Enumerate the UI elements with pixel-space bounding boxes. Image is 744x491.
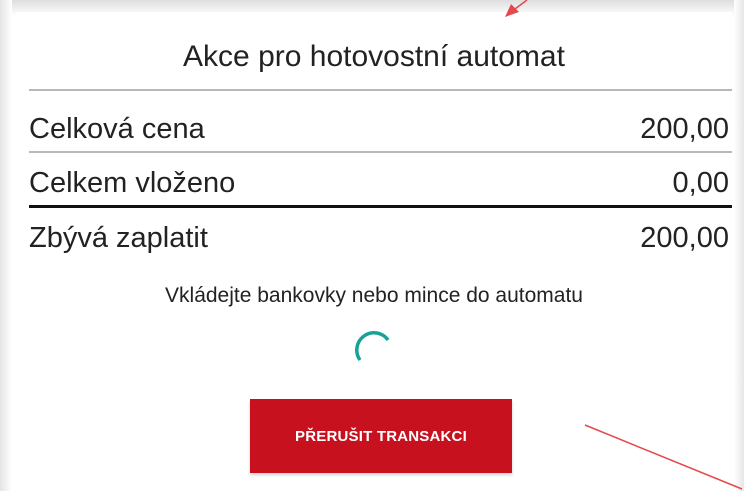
cash-machine-dialog: Akce pro hotovostní automat Celková cena…	[16, 12, 732, 491]
inserted-total-label: Celkem vloženo	[29, 167, 236, 199]
remaining-label: Zbývá zaplatit	[29, 222, 208, 254]
inserted-total-row: Celkem vloženo 0,00	[29, 165, 729, 201]
window-shadow-left	[0, 0, 12, 491]
insert-money-message: Vkládejte bankovky nebo mince do automat…	[165, 284, 583, 307]
dialog-title: Akce pro hotovostní automat	[183, 40, 565, 73]
divider	[29, 151, 732, 153]
inserted-total-value: 0,00	[672, 167, 729, 199]
total-price-value: 200,00	[640, 113, 729, 145]
remaining-row: Zbývá zaplatit 200,00	[29, 220, 729, 256]
loading-spinner-icon	[355, 331, 390, 362]
cancel-transaction-button[interactable]: PŘERUŠIT TRANSAKCI	[250, 399, 512, 473]
window-shadow-right	[734, 0, 744, 491]
total-price-row: Celková cena 200,00	[29, 111, 729, 147]
remaining-value: 200,00	[640, 222, 729, 254]
total-divider	[29, 205, 732, 208]
total-price-label: Celková cena	[29, 113, 205, 145]
divider	[29, 89, 732, 91]
